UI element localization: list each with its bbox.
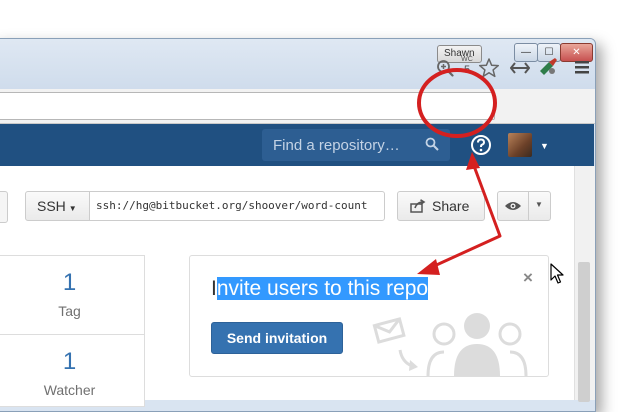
arrows-icon[interactable]: [510, 59, 530, 77]
close-icon[interactable]: ×: [523, 268, 533, 288]
avatar[interactable]: [508, 133, 532, 157]
eye-icon: [505, 202, 521, 210]
title-bar: [0, 39, 595, 89]
menu-icon[interactable]: [575, 59, 589, 75]
repository-search-input[interactable]: Find a repository…: [262, 129, 450, 161]
search-placeholder: Find a repository…: [273, 137, 400, 154]
clone-url-field[interactable]: ssh://hg@bitbucket.org/shoover/word-coun…: [89, 191, 385, 221]
browser-toolbar: [0, 89, 595, 124]
caret-down-icon: ▼: [68, 204, 77, 213]
star-icon[interactable]: [478, 57, 500, 79]
ssh-label: SSH: [37, 198, 66, 214]
invite-title: Invite users to this repo: [211, 277, 429, 301]
ssh-protocol-dropdown[interactable]: SSH ▼: [25, 191, 90, 221]
tag-count[interactable]: 1: [0, 269, 143, 297]
button-divider: [528, 192, 529, 220]
mouse-cursor-icon: [550, 263, 564, 284]
tag-label[interactable]: Tag: [0, 303, 143, 319]
caret-down-icon[interactable]: ▼: [535, 200, 543, 209]
word-count-extension-icon[interactable]: WC 5: [458, 55, 476, 81]
wc-label: WC: [461, 56, 473, 63]
invite-title-selected-text: nvite users to this repo: [216, 277, 429, 300]
invite-title-first-letter: I: [211, 277, 217, 300]
scrollbar-thumb[interactable]: [578, 262, 590, 402]
clipped-button[interactable]: [0, 191, 8, 223]
extension-icon[interactable]: [538, 57, 558, 77]
zoom-icon[interactable]: [436, 59, 454, 77]
wc-count: 5: [463, 64, 471, 76]
watcher-count[interactable]: 1: [0, 348, 143, 376]
address-bar[interactable]: [0, 92, 495, 120]
invite-users-illustration: [372, 313, 528, 376]
send-invitation-button[interactable]: Send invitation: [211, 322, 343, 354]
share-icon: [410, 199, 426, 213]
question-circle-icon[interactable]: [470, 134, 492, 156]
divider: [0, 334, 144, 335]
search-icon[interactable]: [425, 137, 439, 151]
caret-down-icon[interactable]: ▼: [540, 141, 549, 151]
watcher-label[interactable]: Watcher: [0, 382, 143, 398]
